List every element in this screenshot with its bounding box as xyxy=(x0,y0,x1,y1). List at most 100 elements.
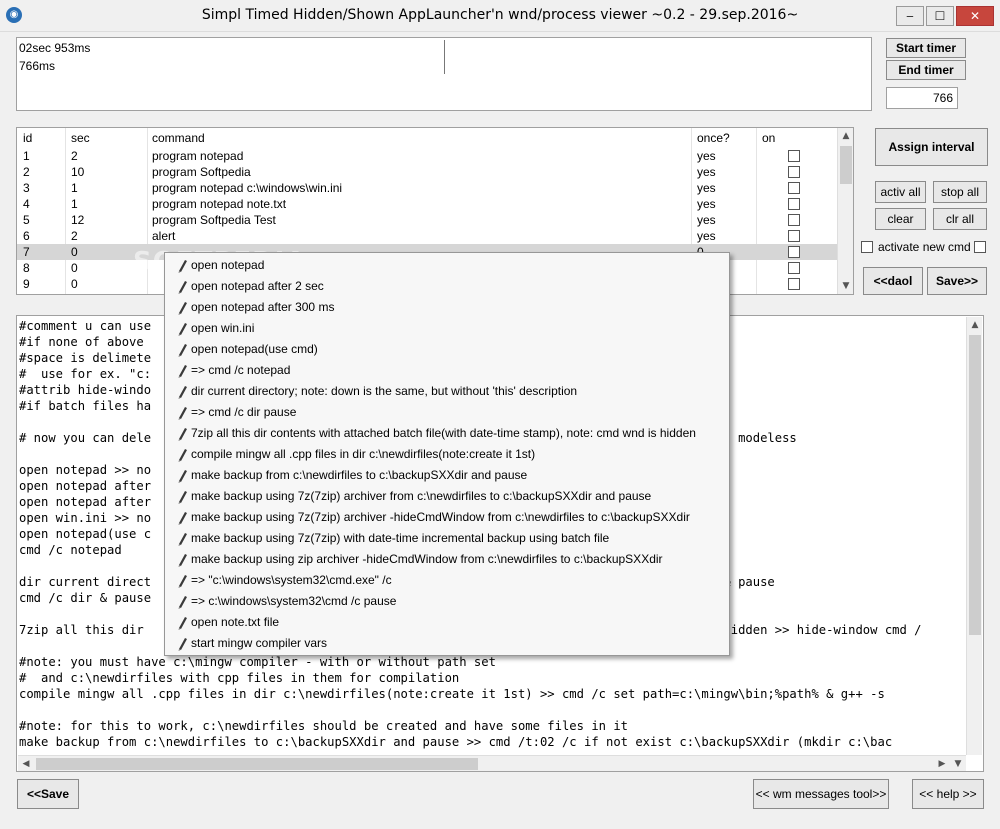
editor-vertical-scrollbar[interactable]: ▲ xyxy=(966,317,982,755)
column-header-on[interactable]: on xyxy=(762,130,822,146)
activate-new-cmd-checkbox[interactable] xyxy=(861,241,873,253)
stop-all-button[interactable]: stop all xyxy=(933,181,987,203)
pencil-icon xyxy=(175,633,189,654)
clear-button[interactable]: clear xyxy=(875,208,926,230)
popup-menu-item[interactable]: => cmd /c notepad xyxy=(167,360,727,381)
table-row[interactable]: 4 1 program notepad note.txt yes xyxy=(17,196,837,212)
scroll-down-icon[interactable]: ▼ xyxy=(950,756,966,772)
popup-menu-item[interactable]: make backup using zip archiver -hideCmdW… xyxy=(167,549,727,570)
end-timer-button[interactable]: End timer xyxy=(886,60,966,80)
cell-command: program notepad xyxy=(152,149,244,163)
popup-menu-item[interactable]: => cmd /c dir pause xyxy=(167,402,727,423)
cell-id: 9 xyxy=(23,277,30,291)
pencil-icon xyxy=(175,444,189,465)
activate-new-cmd-checkbox-2[interactable] xyxy=(974,241,986,253)
scroll-down-icon[interactable]: ▼ xyxy=(838,278,854,294)
pencil-icon xyxy=(175,465,189,486)
pencil-icon xyxy=(175,612,189,633)
table-scrollbar[interactable]: ▲ ▼ xyxy=(837,128,853,294)
popup-menu-item-label: => "c:\windows\system32\cmd.exe" /c xyxy=(191,573,392,587)
bottom-save-button[interactable]: <<Save xyxy=(17,779,79,809)
on-checkbox[interactable] xyxy=(788,198,800,210)
cell-once: yes xyxy=(697,149,716,163)
table-row[interactable]: 1 2 program notepad yes xyxy=(17,148,837,164)
on-checkbox[interactable] xyxy=(788,246,800,258)
scroll-thumb[interactable] xyxy=(840,146,852,184)
clear-all-button[interactable]: clr all xyxy=(933,208,987,230)
column-header-sec[interactable]: sec xyxy=(71,130,145,146)
timer-output[interactable]: 02sec 953ms 766ms xyxy=(16,37,872,111)
scroll-thumb[interactable] xyxy=(969,335,981,635)
script-line xyxy=(19,702,965,718)
column-header-id[interactable]: id xyxy=(23,130,63,146)
popup-menu-item[interactable]: open notepad after 300 ms xyxy=(167,297,727,318)
popup-menu-item[interactable]: => c:\windows\system32\cmd /c pause xyxy=(167,591,727,612)
activate-new-cmd-option[interactable]: activate new cmd xyxy=(861,239,991,255)
pencil-icon xyxy=(175,255,189,276)
on-checkbox[interactable] xyxy=(788,278,800,290)
close-button[interactable]: ✕ xyxy=(956,6,994,26)
column-header-command[interactable]: command xyxy=(152,130,692,146)
scroll-left-icon[interactable]: ◀ xyxy=(18,756,34,772)
popup-menu-item[interactable]: => "c:\windows\system32\cmd.exe" /c xyxy=(167,570,727,591)
script-line: #note: you must have c:\mingw compiler -… xyxy=(19,655,496,669)
popup-menu-item[interactable]: open win.ini xyxy=(167,318,727,339)
table-row[interactable]: 3 1 program notepad c:\windows\win.ini y… xyxy=(17,180,837,196)
wm-messages-tool-button[interactable]: << wm messages tool>> xyxy=(753,779,889,809)
popup-menu-item[interactable]: open note.txt file xyxy=(167,612,727,633)
popup-menu-item[interactable]: make backup using 7z(7zip) archiver -hid… xyxy=(167,507,727,528)
popup-menu-item-label: make backup using 7z(7zip) archiver -hid… xyxy=(191,510,690,524)
popup-menu-item[interactable]: open notepad after 2 sec xyxy=(167,276,727,297)
scroll-up-icon[interactable]: ▲ xyxy=(838,128,854,144)
interval-input[interactable]: 766 xyxy=(886,87,958,109)
cell-id: 1 xyxy=(23,149,30,163)
popup-menu-item[interactable]: 7zip all this dir contents with attached… xyxy=(167,423,727,444)
popup-menu-item[interactable]: dir current directory; note: down is the… xyxy=(167,381,727,402)
popup-menu-item[interactable]: start mingw compiler vars xyxy=(167,633,727,654)
scroll-up-icon[interactable]: ▲ xyxy=(967,317,983,333)
editor-horizontal-scrollbar[interactable]: ◀ ▶ ▼ xyxy=(18,755,966,771)
table-row[interactable]: 5 12 program Softpedia Test yes xyxy=(17,212,837,228)
pencil-icon xyxy=(175,276,189,297)
cell-sec: 1 xyxy=(71,197,78,211)
popup-menu-item[interactable]: make backup using 7z(7zip) archiver from… xyxy=(167,486,727,507)
help-button[interactable]: << help >> xyxy=(912,779,984,809)
popup-menu-item-label: make backup using 7z(7zip) archiver from… xyxy=(191,489,652,503)
assign-interval-button[interactable]: Assign interval xyxy=(875,128,988,166)
cell-once: yes xyxy=(697,197,716,211)
save-button[interactable]: Save>> xyxy=(927,267,987,295)
scroll-thumb[interactable] xyxy=(36,758,478,770)
column-header-once[interactable]: once? xyxy=(697,130,753,146)
on-checkbox[interactable] xyxy=(788,182,800,194)
minimize-button[interactable]: ‒ xyxy=(896,6,924,26)
activate-all-button[interactable]: activ all xyxy=(875,181,926,203)
pencil-icon xyxy=(175,591,189,612)
popup-menu-item[interactable]: open notepad(use cmd) xyxy=(167,339,727,360)
popup-menu-item-label: start mingw compiler vars xyxy=(191,636,328,650)
cell-sec: 2 xyxy=(71,149,78,163)
popup-menu-item[interactable]: compile mingw all .cpp files in dir c:\n… xyxy=(167,444,727,465)
cell-command: alert xyxy=(152,229,176,243)
on-checkbox[interactable] xyxy=(788,166,800,178)
pencil-icon xyxy=(175,549,189,570)
table-row[interactable]: 6 2 alert yes xyxy=(17,228,837,244)
start-timer-button[interactable]: Start timer xyxy=(886,38,966,58)
on-checkbox[interactable] xyxy=(788,230,800,242)
cell-sec: 12 xyxy=(71,213,85,227)
table-row[interactable]: 2 10 program Softpedia yes xyxy=(17,164,837,180)
maximize-button[interactable]: ☐ xyxy=(926,6,954,26)
scroll-right-icon[interactable]: ▶ xyxy=(934,756,950,772)
on-checkbox[interactable] xyxy=(788,214,800,226)
on-checkbox[interactable] xyxy=(788,262,800,274)
script-line: compile mingw all .cpp files in dir c:\n… xyxy=(19,687,885,701)
cell-id: 5 xyxy=(23,213,30,227)
popup-menu-item[interactable]: make backup using 7z(7zip) with date-tim… xyxy=(167,528,727,549)
popup-menu-item-label: open notepad xyxy=(191,258,265,272)
popup-menu-item[interactable]: make backup from c:\newdirfiles to c:\ba… xyxy=(167,465,727,486)
pencil-icon xyxy=(175,570,189,591)
popup-menu-item[interactable]: open notepad xyxy=(167,255,727,276)
cell-sec: 2 xyxy=(71,229,78,243)
pencil-icon xyxy=(175,402,189,423)
load-button[interactable]: <<daol xyxy=(863,267,923,295)
on-checkbox[interactable] xyxy=(788,150,800,162)
